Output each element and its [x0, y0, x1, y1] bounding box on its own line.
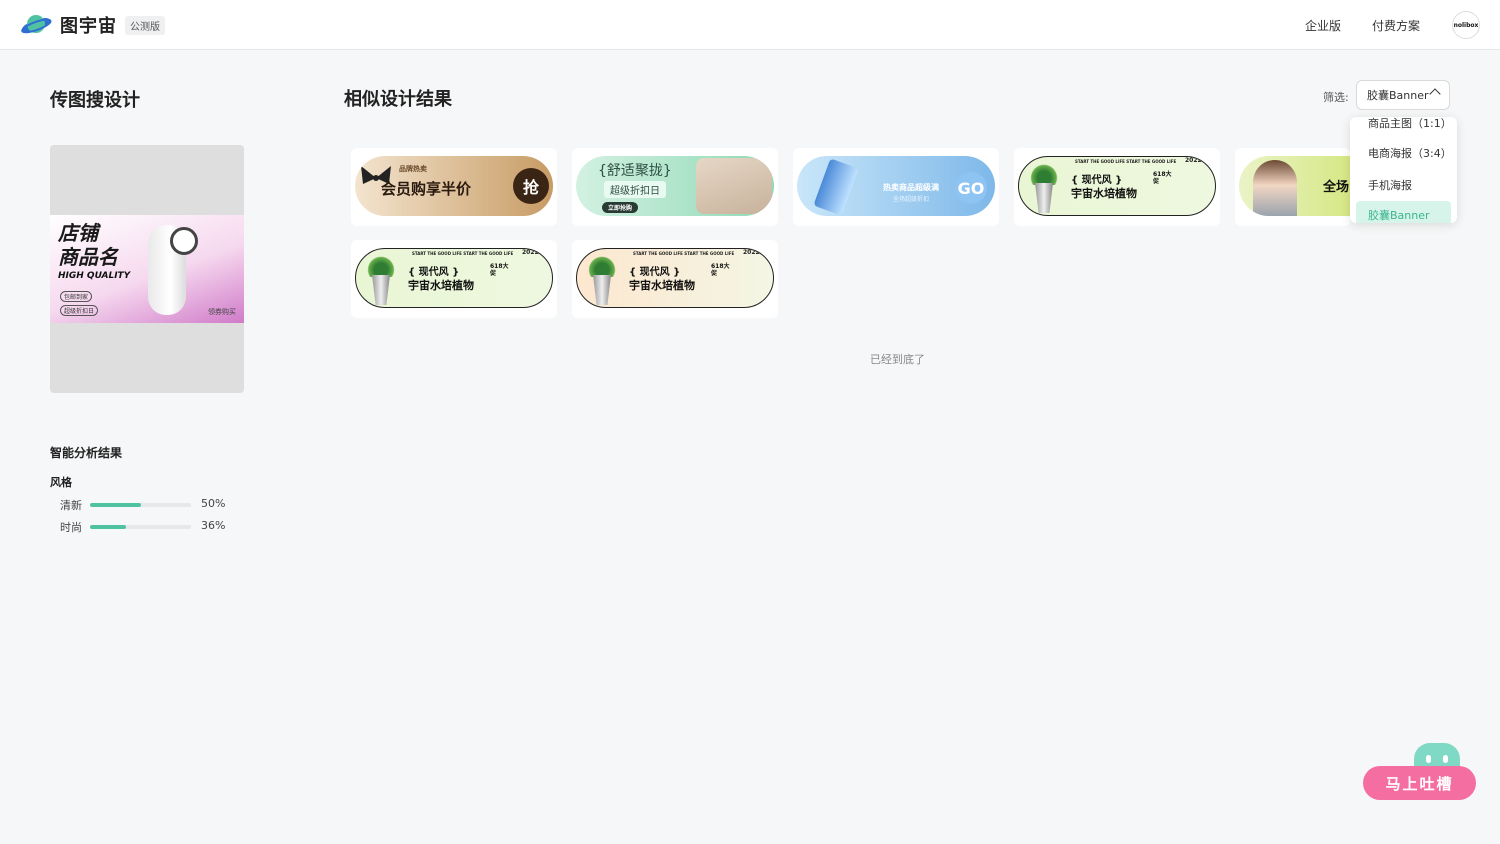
result-card[interactable]: START THE GOOD LIFE START THE GOOD LIFE …	[572, 240, 778, 318]
banner-year: 2022	[743, 249, 760, 256]
avatar[interactable]: nolibox	[1452, 11, 1480, 39]
result-card[interactable]: 热卖商品超级满 全场超级折扣 GO	[793, 148, 999, 226]
nav-pricing[interactable]: 付费方案	[1372, 17, 1420, 34]
upload-section-title: 传图搜设计	[50, 90, 140, 111]
uploaded-image-box[interactable]: 店铺 商品名 HIGH QUALITY 包邮到家 超级折扣日 领券购买	[50, 145, 244, 393]
top-header: 图宇宙 公测版 企业版 付费方案 nolibox	[0, 0, 1500, 50]
analysis-title: 智能分析结果	[50, 446, 123, 460]
banner-main-text: { 现代风 }	[629, 267, 681, 278]
logo-text: 图宇宙	[60, 16, 117, 37]
feedback-button[interactable]: 马上吐槽	[1363, 740, 1477, 802]
filter-label: 筛选:	[1323, 91, 1349, 104]
dropdown-item-mobile-poster[interactable]: 手机海报	[1368, 177, 1412, 193]
uploaded-pill-1: 包邮到家	[60, 291, 93, 302]
banner-main-text: 会员购享半价	[381, 180, 472, 198]
banner-main-text: 全场	[1323, 180, 1350, 195]
style-row-fashion: 时尚 36%	[60, 519, 226, 534]
banner-top-text: {舒适聚拢}	[598, 163, 672, 179]
banner-year: 2022	[1185, 157, 1202, 164]
style-label: 风格	[50, 476, 72, 489]
dropdown-item-main-image[interactable]: 商品主图（1:1）	[1368, 117, 1452, 131]
planet-logo-icon	[20, 12, 52, 38]
banner-badge: 618大促	[1153, 171, 1172, 185]
dropdown-item-capsule-banner[interactable]: 胶囊Banner	[1356, 201, 1451, 223]
banner-top-text: START THE GOOD LIFE START THE GOOD LIFE	[412, 251, 514, 256]
banner-top-text: START THE GOOD LIFE START THE GOOD LIFE	[633, 251, 735, 256]
dropdown-item-poster[interactable]: 电商海报（3:4）	[1368, 145, 1452, 161]
uploaded-footer: 领券购买	[208, 308, 236, 316]
uploaded-image-title: 店铺 商品名	[58, 221, 118, 269]
plant-image	[1029, 161, 1059, 213]
result-card[interactable]: 品牌热卖 会员购享半价 抢	[351, 148, 557, 226]
end-of-results: 已经到底了	[870, 353, 925, 366]
result-card[interactable]: 全场	[1235, 148, 1350, 226]
filter-dropdown: 商品主图（1:1） 电商海报（3:4） 手机海报 胶囊Banner	[1350, 117, 1457, 223]
result-card[interactable]: {舒适聚拢} 超级折扣日 立即抢购	[572, 148, 778, 226]
filter-select[interactable]: 胶囊Banner	[1356, 80, 1450, 110]
uploaded-image-quality: HIGH QUALITY	[58, 271, 131, 281]
style-row-fresh: 清新 50%	[60, 497, 226, 512]
banner-top-text: 热卖商品超级满	[883, 183, 939, 192]
plant-image	[366, 253, 396, 305]
banner-main-text: 超级折扣日	[604, 181, 666, 198]
person-photo	[1253, 160, 1297, 216]
banner-main-text: { 现代风 }	[408, 267, 460, 278]
nav-enterprise[interactable]: 企业版	[1305, 17, 1341, 34]
banner-sub-text: 宇宙水培植物	[629, 279, 695, 292]
plant-image	[587, 253, 617, 305]
banner-badge: 618大促	[490, 263, 509, 277]
banner-sub-text: 宇宙水培植物	[1071, 187, 1137, 200]
banner-badge: 抢	[513, 168, 549, 204]
banner-top-text: 品牌热卖	[399, 165, 427, 173]
result-card[interactable]: START THE GOOD LIFE START THE GOOD LIFE …	[1014, 148, 1220, 226]
uploaded-pill-2: 超级折扣日	[60, 305, 99, 316]
banner-top-text: START THE GOOD LIFE START THE GOOD LIFE	[1075, 159, 1177, 164]
feedback-label: 马上吐槽	[1363, 766, 1476, 800]
uploaded-image: 店铺 商品名 HIGH QUALITY 包邮到家 超级折扣日 领券购买	[50, 215, 244, 323]
product-photo	[696, 158, 772, 214]
banner-main-text: { 现代风 }	[1071, 175, 1123, 186]
style-bar-fill	[90, 525, 127, 529]
style-bar-fill	[90, 503, 141, 507]
chevron-up-icon	[1429, 88, 1441, 100]
banner-main-text: 全场超级折扣	[893, 196, 930, 203]
beta-badge: 公测版	[125, 15, 165, 35]
logo[interactable]: 图宇宙 公测版	[20, 12, 165, 38]
banner-badge: 618大促	[711, 263, 730, 277]
banner-badge: 立即抢购	[602, 202, 639, 213]
result-card[interactable]: START THE GOOD LIFE START THE GOOD LIFE …	[351, 240, 557, 318]
results-title: 相似设计结果	[344, 89, 452, 110]
banner-year: 2022	[522, 249, 539, 256]
banner-sub-text: 宇宙水培植物	[408, 279, 474, 292]
device-head	[170, 227, 198, 255]
banner-badge: GO	[955, 172, 987, 204]
bottle-image	[813, 158, 859, 216]
